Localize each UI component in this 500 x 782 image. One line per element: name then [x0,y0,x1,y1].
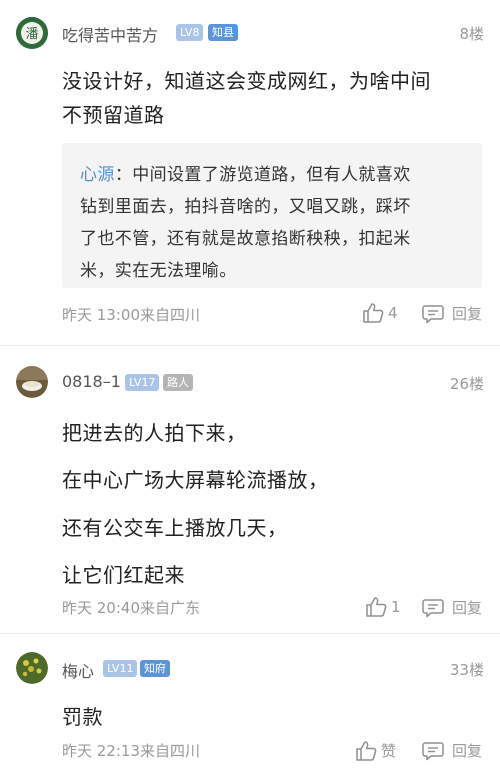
title-badge: 知县 [208,24,238,41]
comment-8: 潘 吃得苦中苦方 LV8 知县 8楼 没设计好，知道这会变成网红，为啥中间 不预… [0,0,500,342]
avatar[interactable] [16,652,48,684]
avatar[interactable]: 潘 [16,17,48,49]
comment-icon [422,304,444,324]
thumbs-up-icon [362,303,384,323]
timestamp-location: 昨天 20:40来自广东 [62,599,200,617]
like-button[interactable]: 4 [362,303,398,323]
avatar[interactable] [16,366,48,398]
username[interactable]: 梅心 [62,658,94,682]
quote-author[interactable]: 心源 [80,165,115,185]
reply-label: 回复 [452,742,483,760]
floor-number: 8楼 [459,25,484,43]
avatar-image [16,366,48,398]
username[interactable]: 吃得苦中苦方 [62,22,158,46]
comment-icon [422,741,444,761]
quote-line: 钻到里面去，拍抖音啥的，又唱又跳，踩坏 [80,197,411,217]
comment-26: 0818–1 LV17 路人 26楼 把进去的人拍下来， 在中心广场大屏幕轮流播… [0,346,500,631]
quote-line: 心源：中间设置了游览道路，但有人就喜欢 [80,160,411,185]
title-badge: 知府 [140,660,170,677]
quoted-reply[interactable]: 心源：中间设置了游览道路，但有人就喜欢 钻到里面去，拍抖音啥的，又唱又跳，踩坏 … [62,143,482,288]
timestamp-location: 昨天 13:00来自四川 [62,306,200,324]
comment-text-line: 没设计好，知道这会变成网红，为啥中间 [62,69,431,93]
comment-33: 梅心 LV11 知府 33楼 罚款 昨天 22:13来自四川 赞 回复 [0,634,500,782]
comment-text-line: 让它们红起来 [62,563,185,587]
floor-number: 26楼 [449,375,484,393]
like-label: 赞 [381,742,397,760]
avatar-image: 潘 [16,17,48,49]
reply-button[interactable]: 回复 [422,740,482,761]
reply-button[interactable]: 回复 [422,597,482,618]
level-badge: LV8 [176,24,204,41]
comment-icon [422,598,444,618]
floor-number: 33楼 [449,661,484,679]
comment-text-line: 在中心广场大屏幕轮流播放， [62,468,329,492]
comment-text-line: 不预留道路 [62,103,165,127]
like-button[interactable]: 1 [365,597,401,617]
level-badge: LV11 [103,660,138,677]
title-badge: 路人 [163,374,193,391]
comment-text-line: 还有公交车上播放几天， [62,516,288,540]
thumbs-up-icon [355,740,377,761]
like-count: 4 [388,304,398,322]
reply-label: 回复 [452,305,483,323]
svg-text:潘: 潘 [25,27,38,42]
reply-label: 回复 [452,599,483,617]
reply-button[interactable]: 回复 [422,303,482,324]
quote-line: 米，实在无法理喻。 [80,261,237,281]
thumbs-up-icon [365,597,387,617]
comment-text-line: 罚款 [62,705,103,729]
like-count: 1 [391,598,401,616]
username[interactable]: 0818–1 [62,372,121,391]
quote-line: 了也不管，还有就是故意掐断秧秧，扣起米 [80,229,411,249]
timestamp-location: 昨天 22:13来自四川 [62,742,200,760]
like-button[interactable]: 赞 [355,740,396,761]
comment-text-line: 把进去的人拍下来， [62,421,247,445]
avatar-image [16,652,48,684]
level-badge: LV17 [125,374,160,391]
quote-text: ：中间设置了游览道路，但有人就喜欢 [114,165,411,185]
